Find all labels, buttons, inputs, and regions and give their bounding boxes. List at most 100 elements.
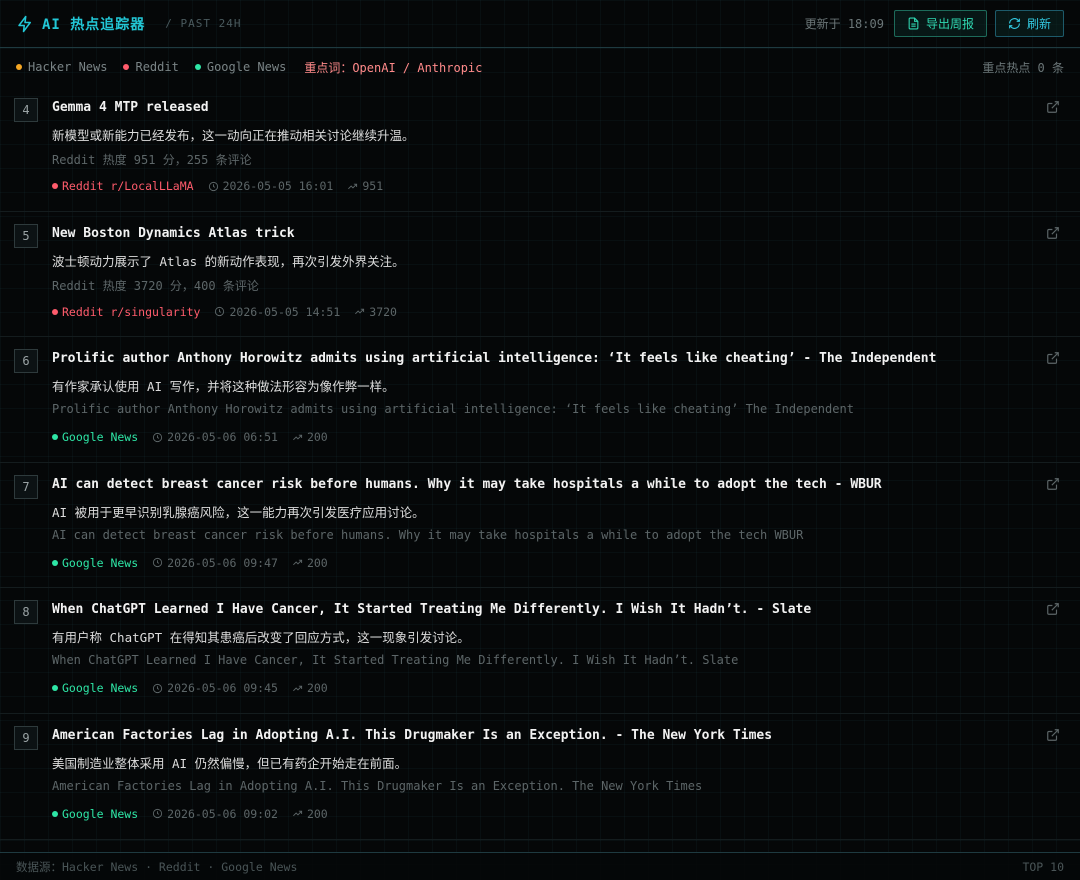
clock-icon [153, 558, 163, 568]
item-source[interactable]: Google News [52, 430, 138, 444]
item-title[interactable]: Prolific author Anthony Horowitz admits … [52, 351, 936, 366]
item-detail: When ChatGPT Learned I Have Cancer, It S… [52, 653, 739, 668]
item-summary: 新模型或新能力已经发布，这一动向正在推动相关讨论继续升温。 [52, 128, 415, 143]
rank-badge: 9 [14, 725, 38, 750]
refresh-button[interactable]: 刷新 [994, 10, 1064, 37]
rank-badge: 7 [14, 474, 38, 499]
item-time: 2026-05-06 09:02 [152, 807, 278, 821]
export-label: 导出周报 [925, 17, 974, 31]
clock-icon [153, 809, 163, 819]
external-link-icon[interactable] [1046, 477, 1060, 491]
source-dot [194, 64, 201, 70]
news-item[interactable]: 7 AI can detect breast cancer risk befor… [0, 463, 1080, 589]
item-title[interactable]: Gemma 4 MTP released [52, 100, 209, 115]
clock-icon [215, 307, 225, 317]
external-link-icon[interactable] [1046, 351, 1060, 365]
item-detail: AI can detect breast cancer risk before … [52, 527, 804, 542]
source-filter-google-news[interactable]: Google News [194, 60, 286, 74]
source-dot [16, 64, 22, 70]
item-source[interactable]: Google News [52, 807, 138, 821]
item-time: 2026-05-05 16:01 [208, 179, 333, 193]
item-title[interactable]: American Factories Lag in Adopting A.I. … [52, 728, 772, 743]
rank-badge: 4 [14, 98, 38, 122]
source-dot [52, 559, 58, 566]
document-icon [908, 17, 919, 30]
trend-up-icon [293, 685, 303, 691]
news-list: 4 Gemma 4 MTP released 新模型或新能力已经发布，这一动向正… [0, 86, 1080, 840]
item-score: 200 [292, 807, 328, 821]
export-report-button[interactable]: 导出周报 [893, 10, 987, 37]
source-filter-reddit[interactable]: Reddit [123, 60, 179, 74]
item-score: 200 [292, 556, 328, 570]
refresh-icon [1009, 18, 1020, 29]
external-link-icon[interactable] [1046, 728, 1060, 742]
source-dot [52, 183, 58, 189]
filter-bar: Hacker News Reddit Google News 重点词：OpenA… [0, 48, 1080, 86]
hot-count: 重点热点 0 条 [982, 60, 1064, 75]
time-range-label: / PAST 24H [165, 17, 242, 30]
item-meta: Google News 2026-05-06 09:45 200 [52, 681, 342, 695]
item-score: 200 [292, 430, 328, 444]
item-title[interactable]: When ChatGPT Learned I Have Cancer, It S… [52, 602, 811, 617]
item-source[interactable]: Google News [52, 556, 138, 570]
item-detail: American Factories Lag in Adopting A.I. … [52, 778, 703, 793]
item-summary: AI 被用于更早识别乳腺癌风险，这一能力再次引发医疗应用讨论。 [52, 504, 425, 520]
source-dot [52, 685, 58, 692]
item-summary: 有用户称 ChatGPT 在得知其患癌后改变了回应方式，这一现象引发讨论。 [52, 630, 470, 646]
news-item[interactable]: 8 When ChatGPT Learned I Have Cancer, It… [0, 588, 1080, 714]
item-summary: 有作家承认使用 AI 写作，并将这种做法形容为像作弊一样。 [52, 379, 395, 395]
rank-badge: 8 [14, 600, 38, 625]
news-item[interactable]: 5 New Boston Dynamics Atlas trick 波士顿动力展… [0, 212, 1080, 338]
item-detail: Reddit 热度 3720 分，400 条评论 [52, 278, 259, 293]
item-score: 951 [347, 179, 383, 193]
trend-up-icon [348, 183, 358, 189]
item-time: 2026-05-06 06:51 [152, 430, 278, 444]
item-meta: Google News 2026-05-06 09:47 200 [52, 556, 342, 570]
item-meta: Google News 2026-05-06 09:02 200 [52, 807, 342, 821]
trend-up-icon [293, 560, 303, 566]
source-dot [123, 64, 130, 70]
item-source[interactable]: Reddit r/singularity [52, 305, 200, 319]
source-dot [52, 810, 58, 817]
status-footer: 数据源：Hacker News · Reddit · Google News T… [0, 852, 1080, 880]
item-title[interactable]: AI can detect breast cancer risk before … [52, 477, 882, 492]
news-item[interactable]: 6 Prolific author Anthony Horowitz admit… [0, 337, 1080, 463]
clock-icon [153, 683, 163, 693]
trend-up-icon [293, 434, 303, 440]
item-detail: Reddit 热度 951 分，255 条评论 [52, 153, 252, 167]
item-source[interactable]: Reddit r/LocalLLaMA [52, 179, 194, 193]
item-source[interactable]: Google News [52, 681, 138, 695]
last-updated: 更新于 18:09 [804, 17, 884, 31]
trend-up-icon [355, 308, 365, 315]
source-dot [52, 308, 58, 315]
source-dot [52, 434, 58, 441]
item-detail: Prolific author Anthony Horowitz admits … [52, 402, 854, 417]
item-meta: Google News 2026-05-06 06:51 200 [52, 430, 342, 444]
lightning-icon [18, 15, 31, 32]
app-header: AI 热点追踪器 / PAST 24H 更新于 18:09 导出周报 刷新 [0, 0, 1080, 48]
external-link-icon[interactable] [1046, 602, 1060, 616]
item-time: 2026-05-06 09:45 [152, 681, 278, 695]
item-meta: Reddit r/LocalLLaMA 2026-05-05 16:01 951 [52, 179, 397, 193]
external-link-icon[interactable] [1046, 100, 1060, 114]
item-time: 2026-05-06 09:47 [152, 556, 278, 570]
keywords-label: 重点词：OpenAI / Anthropic [304, 60, 483, 75]
news-item[interactable]: 9 American Factories Lag in Adopting A.I… [0, 714, 1080, 840]
rank-badge: 6 [14, 349, 38, 374]
refresh-label: 刷新 [1026, 17, 1051, 31]
news-item[interactable]: 4 Gemma 4 MTP released 新模型或新能力已经发布，这一动向正… [0, 86, 1080, 212]
item-time: 2026-05-05 14:51 [214, 305, 340, 319]
clock-icon [208, 181, 218, 191]
data-sources-label: 数据源：Hacker News · Reddit · Google News [16, 859, 298, 874]
clock-icon [153, 432, 163, 442]
item-summary: 波士顿动力展示了 Atlas 的新动作表现，再次引发外界关注。 [52, 253, 405, 269]
item-score: 3720 [354, 305, 397, 319]
source-filter-hacker-news[interactable]: Hacker News [16, 60, 107, 74]
top-count-label: TOP 10 [1022, 859, 1064, 874]
item-title[interactable]: New Boston Dynamics Atlas trick [52, 226, 295, 241]
app-logo: AI 热点追踪器 / PAST 24H [16, 14, 242, 34]
external-link-icon[interactable] [1046, 226, 1060, 240]
item-summary: 美国制造业整体采用 AI 仍然偏慢，但已有药企开始走在前面。 [52, 755, 408, 771]
app-title: AI 热点追踪器 [42, 16, 146, 33]
item-score: 200 [292, 681, 328, 695]
